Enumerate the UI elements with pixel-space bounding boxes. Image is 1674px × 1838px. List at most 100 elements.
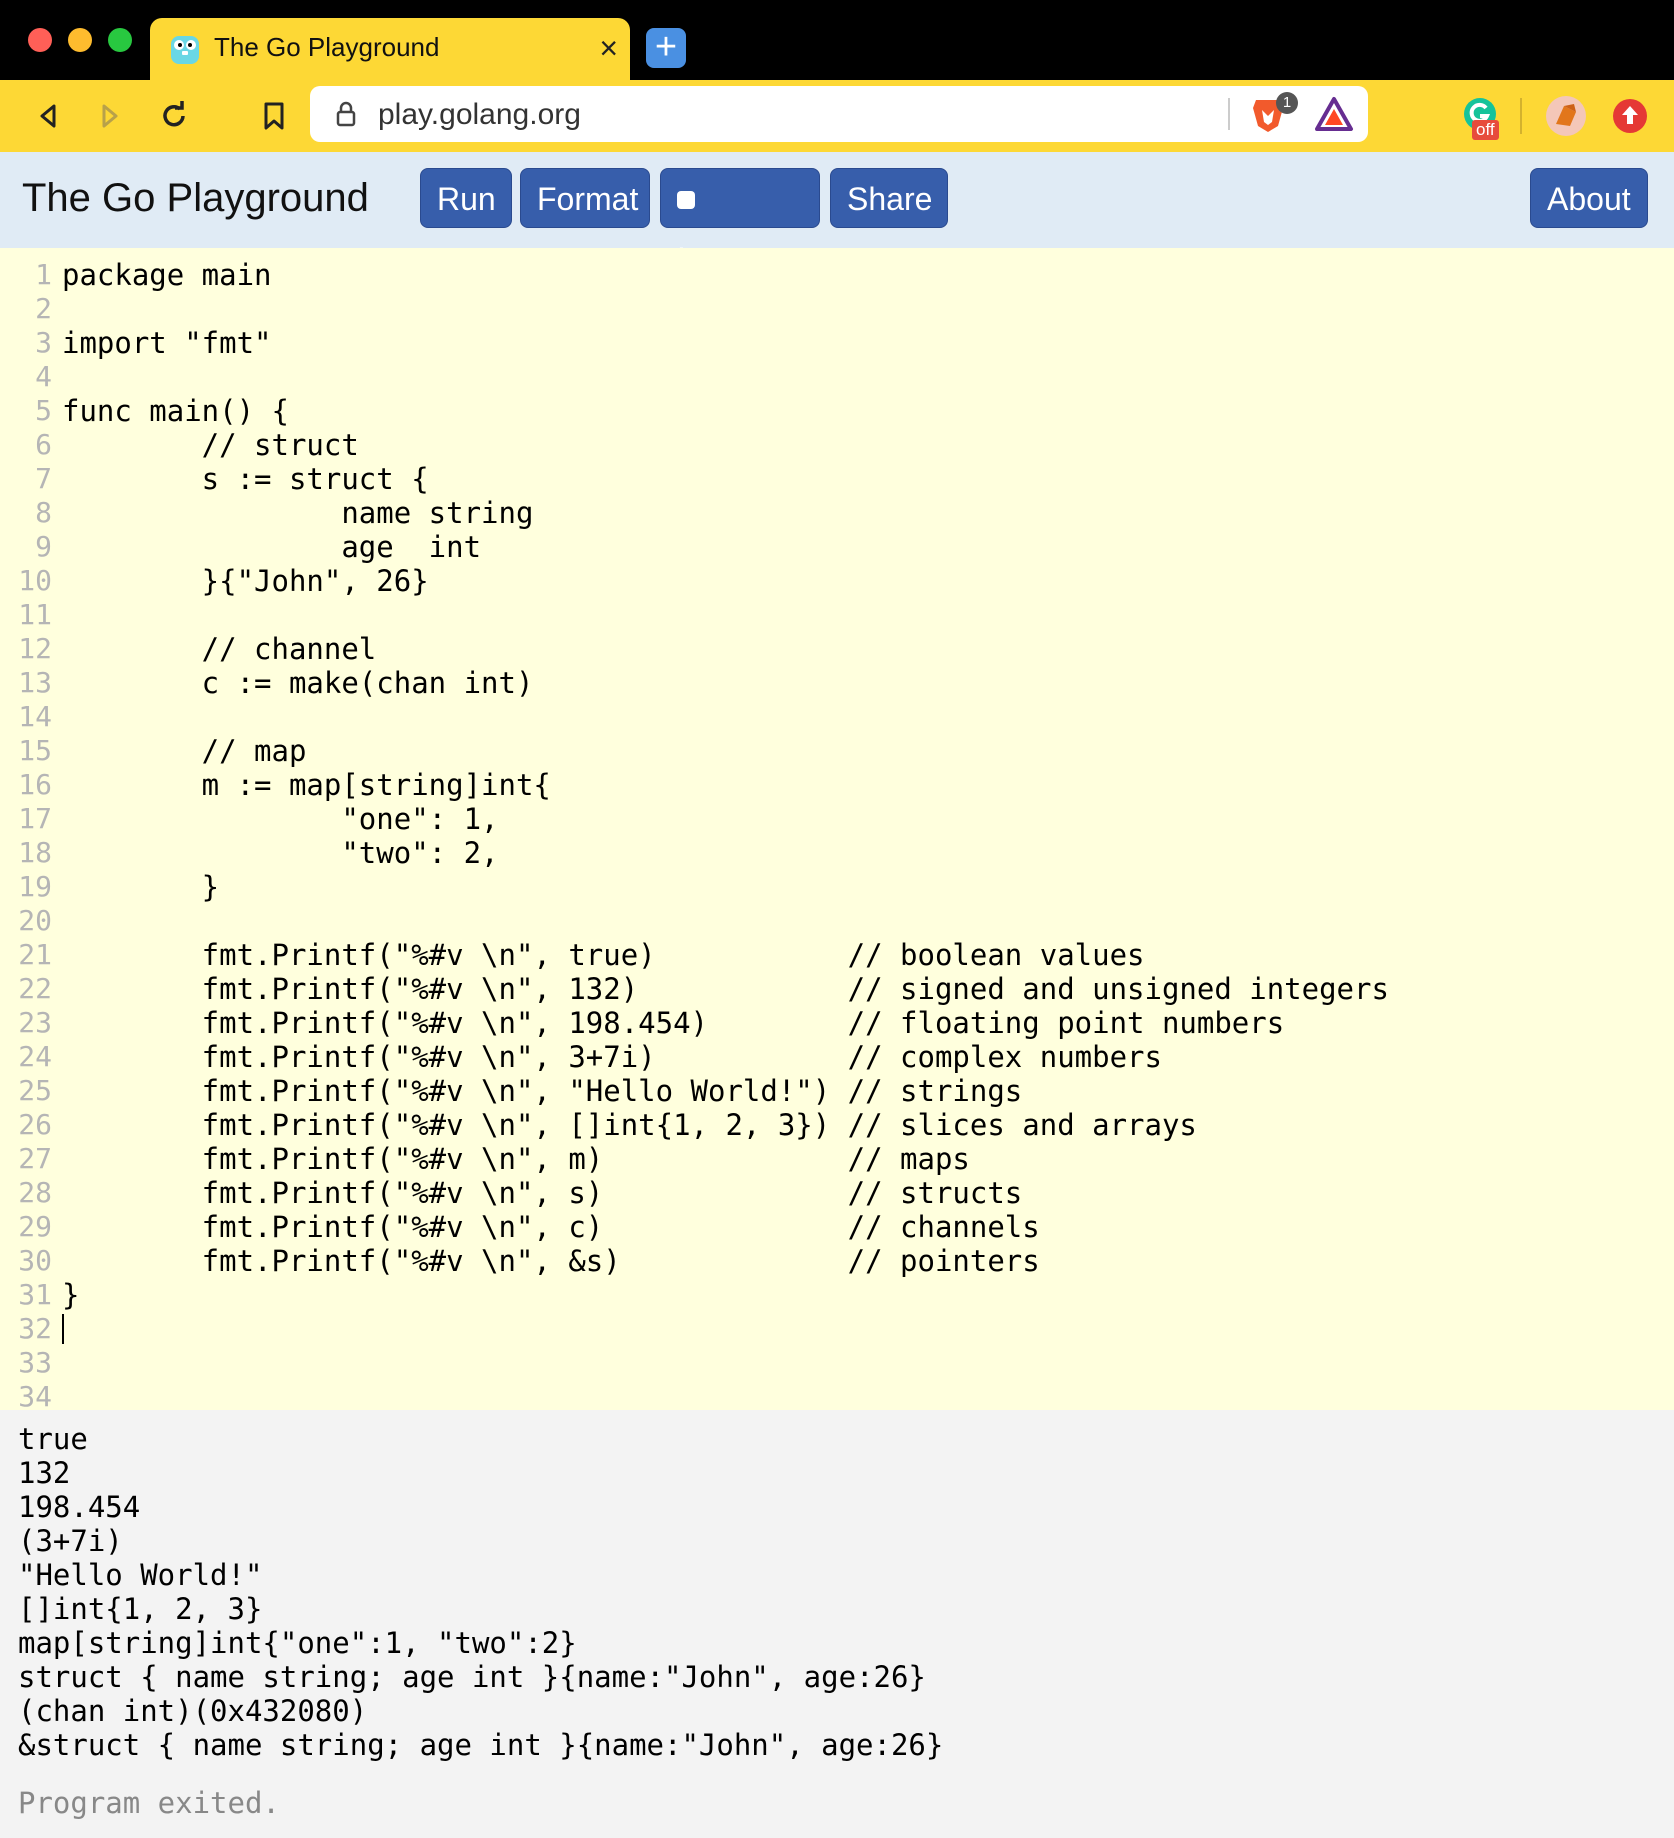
code-text[interactable]: fmt.Printf("%#v \n", c) // channels	[62, 1210, 1040, 1244]
code-line[interactable]: 12 // channel	[0, 632, 1674, 666]
brave-rewards-icon[interactable]	[1314, 96, 1354, 132]
code-line[interactable]: 1 package main	[0, 258, 1674, 292]
close-window-button[interactable]	[28, 28, 52, 52]
reload-icon[interactable]	[152, 94, 196, 138]
code-text[interactable]: // map	[62, 734, 307, 768]
code-text[interactable]: import "fmt"	[62, 326, 272, 360]
code-line[interactable]: 17 "one": 1,	[0, 802, 1674, 836]
code-line[interactable]: 8 name string	[0, 496, 1674, 530]
code-line[interactable]: 10 }{"John", 26}	[0, 564, 1674, 598]
url-text[interactable]: play.golang.org	[378, 98, 581, 132]
run-button[interactable]: Run	[420, 168, 512, 228]
output-line: &struct { name string; age int }{name:"J…	[18, 1728, 944, 1762]
code-line[interactable]: 30 fmt.Printf("%#v \n", &s) // pointers	[0, 1244, 1674, 1278]
format-button[interactable]: Format	[520, 168, 650, 228]
about-button[interactable]: About	[1530, 168, 1648, 228]
minimize-window-button[interactable]	[68, 28, 92, 52]
address-bar[interactable]: play.golang.org 1	[310, 86, 1368, 142]
code-line[interactable]: 22 fmt.Printf("%#v \n", 132) // signed a…	[0, 972, 1674, 1006]
code-text[interactable]: name string	[62, 496, 533, 530]
line-number: 8	[35, 496, 52, 529]
code-text[interactable]: fmt.Printf("%#v \n", 132) // signed and …	[62, 972, 1389, 1006]
lock-icon	[336, 101, 356, 127]
code-text[interactable]: fmt.Printf("%#v \n", 198.454) // floatin…	[62, 1006, 1285, 1040]
code-text[interactable]: m := map[string]int{	[62, 768, 551, 802]
code-line[interactable]: 31}	[0, 1278, 1674, 1312]
text-cursor	[62, 1314, 64, 1344]
code-text[interactable]: fmt.Printf("%#v \n", "Hello World!") // …	[62, 1074, 1023, 1108]
code-line[interactable]: 19 }	[0, 870, 1674, 904]
code-line[interactable]: 33	[0, 1346, 1674, 1380]
code-line[interactable]: 13 c := make(chan int)	[0, 666, 1674, 700]
code-text[interactable]: }	[62, 1278, 79, 1312]
code-line[interactable]: 11	[0, 598, 1674, 632]
code-line[interactable]: 26 fmt.Printf("%#v \n", []int{1, 2, 3}) …	[0, 1108, 1674, 1142]
code-line[interactable]: 28 fmt.Printf("%#v \n", s) // structs	[0, 1176, 1674, 1210]
code-text[interactable]: func main() {	[62, 394, 289, 428]
code-text[interactable]: s := struct {	[62, 462, 429, 496]
code-line[interactable]: 9 age int	[0, 530, 1674, 564]
code-line[interactable]: 27 fmt.Printf("%#v \n", m) // maps	[0, 1142, 1674, 1176]
line-number: 3	[35, 326, 52, 359]
metamask-icon[interactable]	[1544, 94, 1588, 138]
code-editor[interactable]: 1 package main 2 3 import "fmt" 4 5 func main()…	[0, 248, 1674, 1410]
line-number: 32	[18, 1312, 52, 1345]
zoom-window-button[interactable]	[108, 28, 132, 52]
line-number: 5	[35, 394, 52, 427]
code-line[interactable]: 3 import "fmt"	[0, 326, 1674, 360]
code-text[interactable]: "two": 2,	[62, 836, 498, 870]
forward-icon[interactable]	[88, 94, 132, 138]
code-line[interactable]: 4	[0, 360, 1674, 394]
imports-checkbox[interactable]	[677, 190, 695, 209]
code-text[interactable]: fmt.Printf("%#v \n", true) // boolean va…	[62, 938, 1145, 972]
line-number: 33	[18, 1346, 52, 1379]
code-line[interactable]: 34	[0, 1380, 1674, 1410]
line-number: 20	[18, 904, 52, 937]
code-line[interactable]: 29 fmt.Printf("%#v \n", c) // channels	[0, 1210, 1674, 1244]
program-status: Program exited.	[18, 1786, 280, 1820]
code-line[interactable]: 25 fmt.Printf("%#v \n", "Hello World!") …	[0, 1074, 1674, 1108]
code-line[interactable]: 23 fmt.Printf("%#v \n", 198.454) // floa…	[0, 1006, 1674, 1040]
code-line[interactable]: 6 // struct	[0, 428, 1674, 462]
code-line[interactable]: 15 // map	[0, 734, 1674, 768]
program-output: true 132 198.454 (3+7i) "Hello World!" []int{…	[0, 1410, 1674, 1838]
code-line[interactable]: 5 func main() {	[0, 394, 1674, 428]
output-line: map[string]int{"one":1, "two":2}	[18, 1626, 577, 1660]
code-line[interactable]: 16 m := map[string]int{	[0, 768, 1674, 802]
code-text[interactable]: "one": 1,	[62, 802, 498, 836]
code-text[interactable]: // struct	[62, 428, 359, 462]
code-line[interactable]: 14	[0, 700, 1674, 734]
code-text[interactable]: }	[62, 870, 219, 904]
tab-close-icon[interactable]: ×	[599, 28, 618, 68]
back-icon[interactable]	[26, 94, 70, 138]
share-button[interactable]: Share	[830, 168, 948, 228]
line-number: 34	[18, 1380, 52, 1410]
new-tab-button[interactable]: +	[646, 28, 686, 68]
output-line: 198.454	[18, 1490, 141, 1524]
code-text[interactable]: package main	[62, 258, 272, 292]
code-text[interactable]: // channel	[62, 632, 377, 666]
line-number: 27	[18, 1142, 52, 1175]
code-text[interactable]: age int	[62, 530, 481, 564]
code-text[interactable]: fmt.Printf("%#v \n", &s) // pointers	[62, 1244, 1040, 1278]
code-line[interactable]: 7 s := struct {	[0, 462, 1674, 496]
imports-toggle[interactable]: Imports	[660, 168, 820, 277]
code-line[interactable]: 18 "two": 2,	[0, 836, 1674, 870]
bookmark-icon[interactable]	[252, 94, 296, 138]
line-number: 12	[18, 632, 52, 665]
line-number: 21	[18, 938, 52, 971]
code-text[interactable]: fmt.Printf("%#v \n", s) // structs	[62, 1176, 1023, 1210]
code-text[interactable]: }{"John", 26}	[62, 564, 429, 598]
code-line[interactable]: 20	[0, 904, 1674, 938]
update-icon[interactable]	[1608, 94, 1652, 138]
output-line: true	[18, 1422, 88, 1456]
code-text[interactable]: fmt.Printf("%#v \n", 3+7i) // complex nu…	[62, 1040, 1162, 1074]
code-text[interactable]: c := make(chan int)	[62, 666, 534, 700]
code-line[interactable]: 24 fmt.Printf("%#v \n", 3+7i) // complex…	[0, 1040, 1674, 1074]
browser-tab[interactable]: The Go Playground ×	[150, 18, 630, 80]
code-line[interactable]: 21 fmt.Printf("%#v \n", true) // boolean…	[0, 938, 1674, 972]
code-line[interactable]: 32	[0, 1312, 1674, 1346]
code-text[interactable]: fmt.Printf("%#v \n", []int{1, 2, 3}) // …	[62, 1108, 1197, 1142]
code-text[interactable]: fmt.Printf("%#v \n", m) // maps	[62, 1142, 970, 1176]
code-line[interactable]: 2	[0, 292, 1674, 326]
